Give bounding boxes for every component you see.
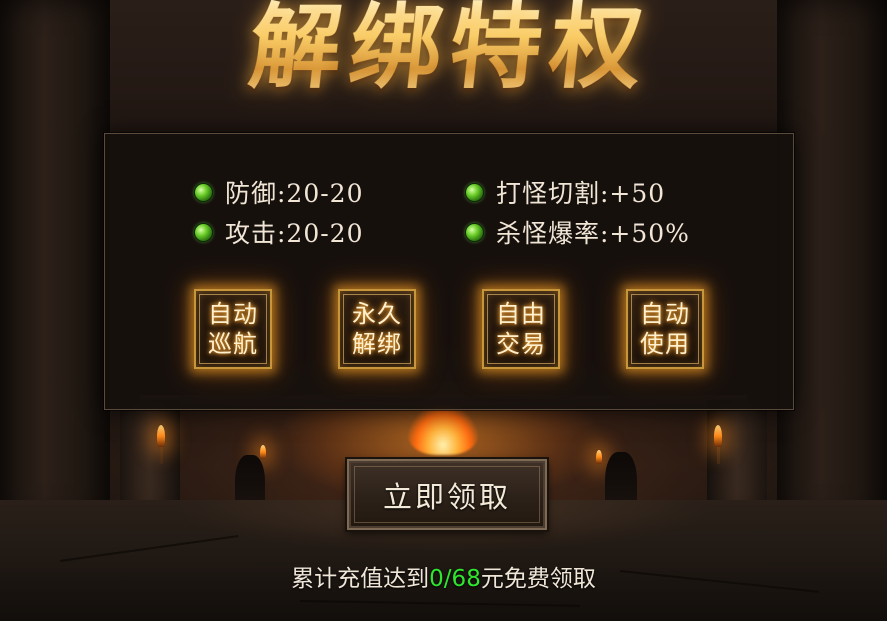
- torch-flame-figure-left: [260, 445, 266, 459]
- torch-flame-left: [157, 425, 165, 447]
- recharge-progress-text: 累计充值达到0/68元免费领取: [0, 559, 887, 593]
- badge-line1: 自动: [640, 300, 690, 328]
- badge-line1: 自由: [496, 300, 546, 328]
- stat-attack: 攻击:20-20: [194, 214, 364, 250]
- stat-label: 防御:20-20: [225, 179, 364, 208]
- badge-line1: 永久: [352, 300, 402, 328]
- badge-line2: 交易: [496, 330, 546, 358]
- badge-line2: 解绑: [352, 330, 402, 358]
- privilege-panel: 防御:20-20 攻击:20-20 打怪切割:+50 杀怪爆率:+50% 自动 …: [104, 133, 794, 410]
- progress-suffix: 元免费领取: [480, 566, 596, 592]
- green-gem-icon: [194, 182, 213, 202]
- green-gem-icon: [194, 222, 213, 242]
- feature-badge-auto-use[interactable]: 自动 使用: [626, 289, 704, 369]
- torch-flame-right: [714, 425, 722, 447]
- bonfire: [408, 405, 478, 455]
- feature-badge-permanent-unbind[interactable]: 永久 解绑: [338, 289, 416, 369]
- torch-flame-figure-right: [596, 450, 602, 464]
- stat-label: 打怪切割:+50: [496, 179, 666, 208]
- claim-button-label: 立即领取: [382, 479, 511, 514]
- badge-line2: 使用: [640, 330, 690, 358]
- stat-cut: 打怪切割:+50: [465, 174, 665, 210]
- badge-line2: 巡航: [208, 330, 258, 358]
- feature-badge-free-trade[interactable]: 自由 交易: [482, 289, 560, 369]
- green-gem-icon: [465, 222, 484, 242]
- stone-pillar-left: [0, 0, 110, 520]
- stat-label: 攻击:20-20: [225, 219, 364, 248]
- progress-count: 0/68: [429, 566, 481, 592]
- badge-line1: 自动: [208, 300, 258, 328]
- green-gem-icon: [465, 182, 484, 202]
- progress-prefix: 累计充值达到: [291, 566, 430, 592]
- stat-drop-rate: 杀怪爆率:+50%: [465, 214, 690, 250]
- feature-badge-auto-cruise[interactable]: 自动 巡航: [194, 289, 272, 369]
- claim-button[interactable]: 立即领取: [347, 459, 547, 530]
- stat-label: 杀怪爆率:+50%: [496, 219, 690, 248]
- stat-defense: 防御:20-20: [194, 174, 364, 210]
- page-title: 解绑特权: [164, 0, 736, 102]
